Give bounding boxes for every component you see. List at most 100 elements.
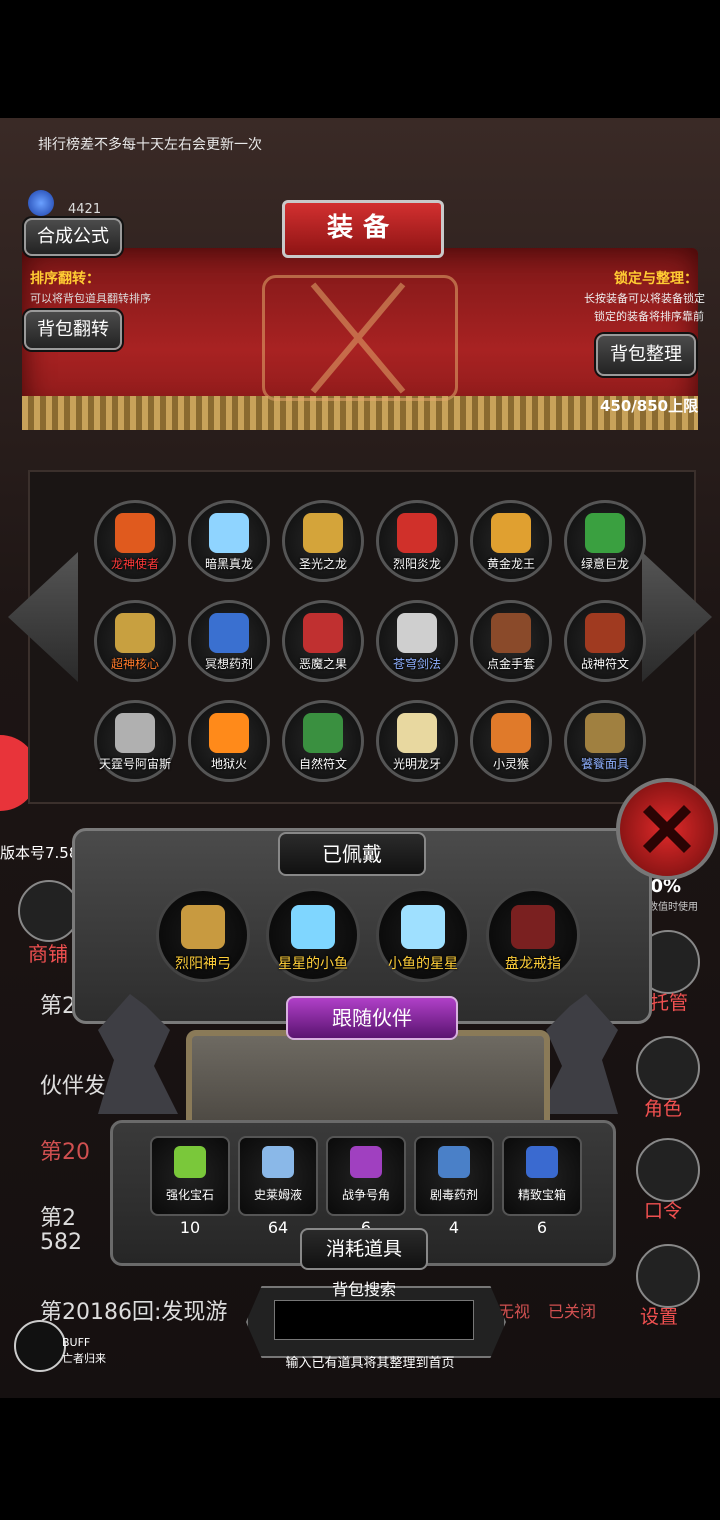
role-label: 角色 xyxy=(644,1098,683,1120)
grid-item-slot[interactable]: 圣光之龙 xyxy=(282,500,364,582)
grid-item-slot[interactable]: 冥想药剂 xyxy=(188,600,270,682)
shop-label: 商铺 xyxy=(28,942,68,966)
item-icon xyxy=(209,713,249,753)
grid-item-slot[interactable]: 点金手套 xyxy=(470,600,552,682)
ranking-notice: 排行榜差不多每十天左右会更新一次 xyxy=(38,137,262,153)
item-icon xyxy=(585,513,625,553)
consumable-icon xyxy=(262,1146,294,1178)
page-title: 装备 xyxy=(282,200,444,258)
consumable-count: 6 xyxy=(536,1218,548,1237)
item-name: 烈阳炎龙 xyxy=(392,557,441,571)
consumable-slot[interactable]: 史莱姆液 64 xyxy=(238,1136,318,1237)
order-scroll-icon[interactable] xyxy=(636,1138,700,1202)
grid-item-slot[interactable]: 暗黑真龙 xyxy=(188,500,270,582)
compose-formula-button[interactable]: 合成公式 xyxy=(24,218,122,256)
grid-item-slot[interactable]: 地狱火 xyxy=(188,700,270,782)
item-icon xyxy=(585,713,625,753)
skull-buff-icon[interactable] xyxy=(14,1320,66,1372)
consumable-slot[interactable]: 强化宝石 10 xyxy=(150,1136,230,1237)
consumable-slot[interactable]: 精致宝箱 6 xyxy=(502,1136,582,1237)
bag-capacity: 450/850上限 xyxy=(600,397,699,415)
shop-icon[interactable] xyxy=(18,880,80,942)
item-name: 自然符文 xyxy=(298,757,347,771)
equipped-slot[interactable]: 小鱼的星星 xyxy=(376,888,470,982)
sort-flip-title: 排序翻转： xyxy=(30,271,100,287)
item-name: 恶魔之果 xyxy=(298,657,347,671)
lock-sort-desc: 锁定的装备将排序靠前 xyxy=(594,310,704,323)
item-name: 黄金龙王 xyxy=(486,557,535,571)
item-icon xyxy=(303,613,343,653)
item-icon xyxy=(209,513,249,553)
item-name: 暗黑真龙 xyxy=(204,557,253,571)
equipment-icon xyxy=(291,905,335,949)
equipment-name: 星星的小鱼 xyxy=(278,956,348,972)
item-icon xyxy=(303,513,343,553)
grid-item-slot[interactable]: 苍穹剑法 xyxy=(376,600,458,682)
consumable-name: 战争号角 xyxy=(341,1188,390,1202)
currency-value: 4421 xyxy=(68,202,102,217)
item-icon xyxy=(585,613,625,653)
grid-item-slot[interactable]: 战神符文 xyxy=(564,600,646,682)
log-line: 第20186回:发现游 xyxy=(40,1300,228,1325)
settings-label[interactable]: 设置 xyxy=(640,1302,678,1329)
item-name: 点金手套 xyxy=(486,657,535,671)
log-line: 第20 xyxy=(40,1140,90,1165)
item-name: 龙神使者 xyxy=(110,557,159,571)
grid-item-slot[interactable]: 烈阳炎龙 xyxy=(376,500,458,582)
status-bar-area xyxy=(0,0,720,118)
log-line: 第2 xyxy=(40,1206,76,1231)
buff-sub: 亡者归来 xyxy=(62,1352,106,1365)
search-hint: 输入已有道具将其整理到首页 xyxy=(285,1356,455,1371)
item-name: 天霆号阿宙斯 xyxy=(98,757,171,771)
follow-partner-title: 跟随伙伴 xyxy=(286,996,458,1040)
item-icon xyxy=(115,613,155,653)
equipped-slot[interactable]: 盘龙戒指 xyxy=(486,888,580,982)
grid-item-slot[interactable]: 绿意巨龙 xyxy=(564,500,646,582)
grid-item-slot[interactable]: 自然符文 xyxy=(282,700,364,782)
role-hood-icon[interactable] xyxy=(636,1036,700,1100)
bag-flip-button[interactable]: 背包翻转 xyxy=(24,310,122,350)
log-line: 第2 xyxy=(40,994,76,1019)
consumables-title: 消耗道具 xyxy=(300,1228,428,1270)
item-icon xyxy=(491,713,531,753)
grid-item-slot[interactable]: 光明龙牙 xyxy=(376,700,458,782)
log-line: 伙伴发 xyxy=(40,1074,107,1099)
item-name: 地狱火 xyxy=(210,757,247,771)
search-input[interactable] xyxy=(274,1300,474,1340)
grid-item-slot[interactable]: 小灵猴 xyxy=(470,700,552,782)
grid-item-slot[interactable]: 饕餮面具 xyxy=(564,700,646,782)
settings-gear-icon[interactable] xyxy=(636,1244,700,1308)
equipped-slot[interactable]: 星星的小鱼 xyxy=(266,888,360,982)
grid-item-slot[interactable]: 天霆号阿宙斯 xyxy=(94,700,176,782)
bag-sort-button[interactable]: 背包整理 xyxy=(596,334,696,376)
item-icon xyxy=(115,513,155,553)
consumable-name: 强化宝石 xyxy=(165,1188,214,1202)
item-icon xyxy=(397,513,437,553)
blue-gem-icon xyxy=(28,190,54,216)
item-name: 冥想药剂 xyxy=(204,657,253,671)
equipped-slot[interactable]: 烈阳神弓 xyxy=(156,888,250,982)
consumable-icon xyxy=(350,1146,382,1178)
item-name: 绿意巨龙 xyxy=(580,557,629,571)
consumable-slot[interactable]: 战争号角6 xyxy=(326,1136,406,1237)
search-label: 背包搜索 xyxy=(331,1280,396,1299)
item-name: 圣光之龙 xyxy=(298,557,347,571)
log-line: 582 xyxy=(40,1230,82,1255)
consumable-slot[interactable]: 剧毒药剂 4 xyxy=(414,1136,494,1237)
item-icon xyxy=(397,613,437,653)
grid-item-slot[interactable]: 黄金龙王 xyxy=(470,500,552,582)
consumable-name: 精致宝箱 xyxy=(517,1188,566,1202)
version-label: 版本号7.58 xyxy=(0,844,79,862)
equipment-icon xyxy=(511,905,555,949)
equipped-title: 已佩戴 xyxy=(278,832,426,876)
crossed-swords-crest-icon xyxy=(262,275,458,401)
close-icon[interactable] xyxy=(616,778,718,880)
item-icon xyxy=(209,613,249,653)
order-label: 口令 xyxy=(644,1200,683,1222)
grid-item-slot[interactable]: 超神核心 xyxy=(94,600,176,682)
grid-item-slot[interactable]: 龙神使者 xyxy=(94,500,176,582)
consumable-icon xyxy=(174,1146,206,1178)
item-name: 饕餮面具 xyxy=(580,757,629,771)
item-icon xyxy=(491,513,531,553)
grid-item-slot[interactable]: 恶魔之果 xyxy=(282,600,364,682)
